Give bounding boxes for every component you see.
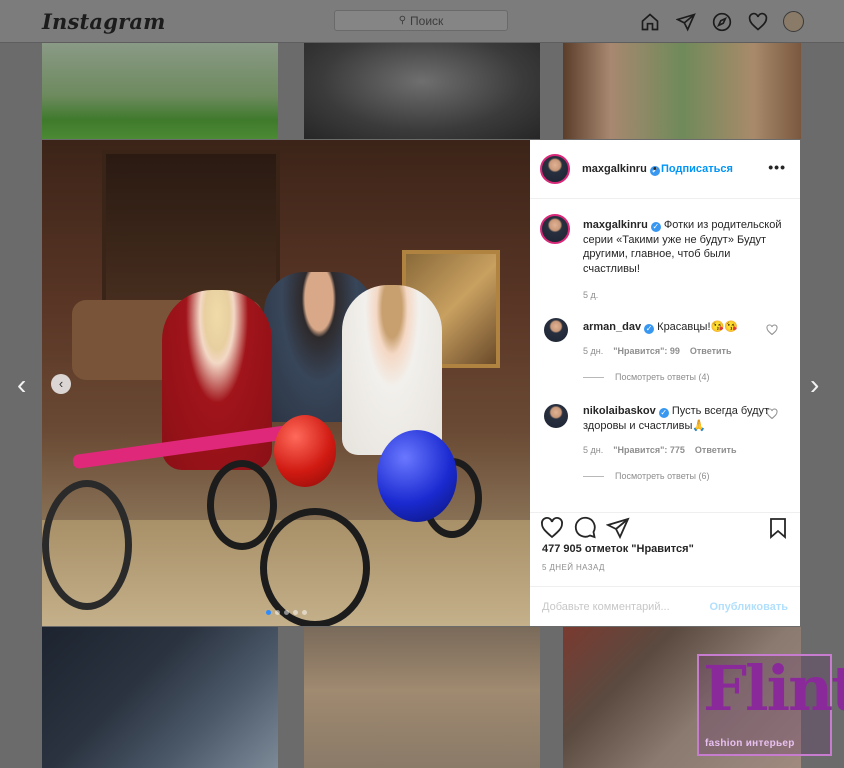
share-icon[interactable] xyxy=(606,516,630,540)
like-heart-icon[interactable] xyxy=(540,516,564,540)
comment-like-heart-icon[interactable] xyxy=(766,408,778,420)
activity-heart-icon[interactable] xyxy=(747,11,768,32)
explore-icon[interactable] xyxy=(711,11,732,32)
carousel-dot xyxy=(293,610,298,615)
carousel-dot xyxy=(302,610,307,615)
instagram-logo[interactable]: Instagram xyxy=(42,9,166,34)
verified-badge-icon: ✓ xyxy=(658,408,669,418)
comment-like-heart-icon[interactable] xyxy=(766,324,778,336)
view-replies-label: Посмотреть ответы (6) xyxy=(615,471,710,481)
grid-post-thumbnail[interactable] xyxy=(304,43,540,139)
post-header: maxgalkinru ✓ • Подписаться ••• xyxy=(530,140,800,199)
search-placeholder: Поиск xyxy=(410,13,444,28)
search-input[interactable]: ⚲ Поиск xyxy=(334,10,508,31)
comment-meta: 5 дн. "Нравится": 99 Ответить xyxy=(583,346,731,356)
carousel-dot xyxy=(266,610,271,615)
view-replies-button[interactable]: Посмотреть ответы (6) xyxy=(583,471,710,481)
comment: arman_dav ✓ Красавцы!😘😘 xyxy=(583,320,773,335)
watermark-logo-text: Flint xyxy=(703,652,844,725)
caption-time: 5 д. xyxy=(583,290,599,300)
carousel-dot xyxy=(275,610,280,615)
direct-icon[interactable] xyxy=(675,11,696,32)
likes-count[interactable]: 477 905 отметок "Нравится" xyxy=(542,543,694,555)
grid-post-thumbnail[interactable] xyxy=(563,43,801,139)
commenter-avatar[interactable] xyxy=(544,404,568,428)
view-replies-label: Посмотреть ответы (4) xyxy=(615,372,710,382)
comment-username[interactable]: arman_dav xyxy=(583,321,641,333)
publish-button[interactable]: Опубликовать xyxy=(709,601,788,613)
author-username[interactable]: maxgalkinru ✓ xyxy=(582,163,660,176)
add-comment-input[interactable]: Добавьте комментарий... xyxy=(542,601,670,613)
next-post-arrow-icon[interactable]: › xyxy=(810,371,819,399)
profile-avatar[interactable] xyxy=(783,11,804,32)
watermark-logo: Flint fashion интерьер xyxy=(697,652,844,756)
carousel-indicator xyxy=(266,610,307,615)
follow-button[interactable]: Подписаться xyxy=(661,163,733,175)
reply-button[interactable]: Ответить xyxy=(695,445,737,455)
save-bookmark-icon[interactable] xyxy=(766,516,790,540)
verified-badge-icon: ✓ xyxy=(650,222,661,232)
comment-username[interactable]: nikolaibaskov xyxy=(583,405,656,417)
commenter-avatar[interactable] xyxy=(544,318,568,342)
grid-post-thumbnail[interactable] xyxy=(42,627,278,768)
caption-username[interactable]: maxgalkinru xyxy=(583,219,648,231)
reply-button[interactable]: Ответить xyxy=(690,346,732,356)
grid-post-thumbnail[interactable] xyxy=(304,627,540,768)
home-icon[interactable] xyxy=(639,11,660,32)
comment-icon[interactable] xyxy=(573,516,597,540)
author-avatar[interactable] xyxy=(540,154,570,184)
comment: nikolaibaskov ✓ Пусть всегда будут здоров… xyxy=(583,404,773,433)
verified-badge-icon: ✓ xyxy=(644,324,655,334)
carousel-prev-icon[interactable]: ‹ xyxy=(51,374,71,394)
add-comment-form: Добавьте комментарий... Опубликовать xyxy=(530,586,800,627)
post-side-panel: maxgalkinru ✓ • Подписаться ••• maxgalkin… xyxy=(530,140,800,626)
comment-meta: 5 дн. "Нравится": 775 Ответить xyxy=(583,445,737,455)
comment-likes[interactable]: "Нравится": 99 xyxy=(613,346,680,356)
post-caption: maxgalkinru ✓ Фотки из родительской серии… xyxy=(583,218,783,277)
more-options-icon[interactable]: ••• xyxy=(768,159,786,175)
comment-likes[interactable]: "Нравится": 775 xyxy=(613,445,685,455)
top-navigation-bar: Instagram ⚲ Поиск xyxy=(0,0,844,43)
search-icon: ⚲ xyxy=(398,15,407,26)
caption-author-avatar[interactable] xyxy=(540,214,570,244)
carousel-dot xyxy=(284,610,289,615)
view-replies-button[interactable]: Посмотреть ответы (4) xyxy=(583,372,710,382)
previous-post-arrow-icon[interactable]: ‹ xyxy=(17,371,26,399)
watermark-tagline: fashion интерьер xyxy=(705,738,795,749)
comment-time: 5 дн. xyxy=(583,445,604,455)
post-time: 5 ДНЕЙ НАЗАД xyxy=(542,563,605,572)
comment-time: 5 дн. xyxy=(583,346,604,356)
post-photo[interactable] xyxy=(42,140,530,626)
separator-dot: • xyxy=(653,163,657,175)
comment-text: Красавцы!😘😘 xyxy=(657,321,738,333)
grid-post-thumbnail[interactable] xyxy=(42,43,278,139)
